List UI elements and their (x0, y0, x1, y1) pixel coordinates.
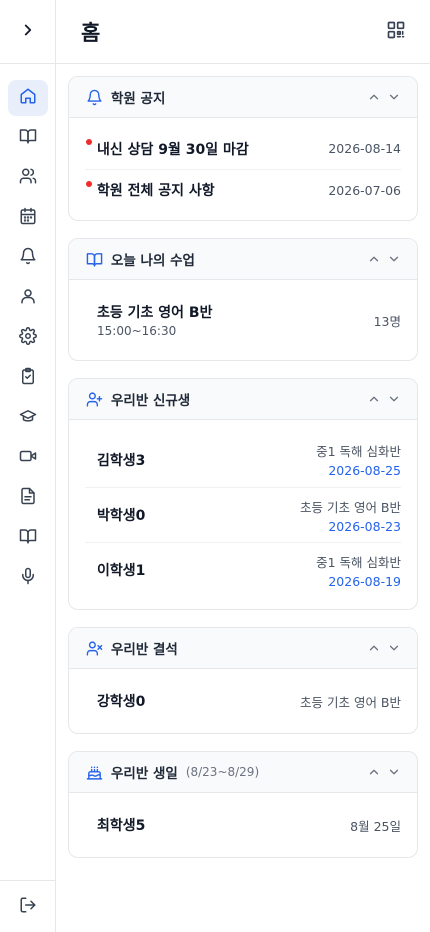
chevron-down-icon[interactable] (387, 641, 401, 655)
student-item[interactable]: 이학생1 중1 독해 심화반 2026-08-19 (85, 542, 401, 597)
file-text-icon (19, 487, 37, 509)
student-name: 강학생0 (97, 694, 146, 710)
dashboard-content: 학원 공지 내신 상담 9월 30일 마감 2026-08-14 학원 전체 공… (68, 76, 418, 875)
bell-icon (19, 247, 37, 269)
user-plus-icon (85, 390, 103, 408)
top-header: 홈 (56, 0, 430, 64)
sidebar-nav (0, 80, 56, 600)
notice-item[interactable]: 내신 상담 9월 30일 마감 2026-08-14 (85, 128, 401, 169)
notices-card-header: 학원 공지 (69, 77, 417, 118)
user-icon (19, 287, 37, 309)
chevron-right-icon (19, 21, 37, 43)
birthday-item[interactable]: 최학생5 8월 25일 (85, 805, 401, 845)
chevron-down-icon[interactable] (387, 765, 401, 779)
student-name: 김학생3 (97, 452, 146, 469)
class-name: 초등 기초 영어 B반 (97, 305, 213, 321)
absences-card: 우리반 결석 강학생0 초등 기초 영어 B반 (68, 627, 418, 734)
sidebar-item-profile[interactable] (8, 280, 48, 316)
sidebar-expand-button[interactable] (0, 0, 56, 64)
settings-icon (19, 327, 37, 349)
student-name: 박학생0 (97, 508, 146, 524)
notice-title: 학원 전체 공지 사항 (97, 183, 215, 199)
sidebar (0, 0, 56, 932)
card-title: 우리반 생일 (111, 766, 178, 782)
absences-card-header: 우리반 결석 (69, 628, 417, 669)
class-student-count: 13명 (373, 313, 401, 329)
chevron-up-icon[interactable] (367, 765, 381, 779)
notice-title: 내신 상담 9월 30일 마감 (97, 141, 249, 158)
chevron-down-icon[interactable] (387, 252, 401, 266)
sidebar-item-students[interactable] (8, 160, 48, 196)
sidebar-item-documents[interactable] (8, 480, 48, 516)
card-title: 학원 공지 (111, 91, 166, 107)
book-open-icon (19, 127, 37, 149)
notice-date: 2026-08-14 (328, 141, 401, 156)
class-item[interactable]: 초등 기초 영어 B반 15:00~16:30 13명 (85, 292, 401, 348)
card-title: 우리반 결석 (111, 642, 178, 658)
student-item[interactable]: 박학생0 초등 기초 영어 B반 2026-08-23 (85, 487, 401, 542)
class-time: 15:00~16:30 (97, 324, 177, 338)
chevron-up-icon[interactable] (367, 252, 381, 266)
page-title: 홈 (81, 20, 101, 45)
chevron-down-icon[interactable] (387, 392, 401, 406)
sidebar-item-calendar[interactable] (8, 200, 48, 236)
card-title: 오늘 나의 수업 (111, 253, 195, 269)
sidebar-item-tasks[interactable] (8, 360, 48, 396)
today-classes-card-header: 오늘 나의 수업 (69, 239, 417, 280)
student-item[interactable]: 김학생3 중1 독해 심화반 2026-08-25 (85, 432, 401, 487)
absence-item[interactable]: 강학생0 초등 기초 영어 B반 (85, 681, 401, 721)
qr-code-button[interactable] (384, 20, 408, 44)
unread-dot (86, 181, 92, 187)
birthday-date: 8월 25일 (350, 818, 401, 834)
logout-icon (19, 896, 37, 918)
today-classes-card: 오늘 나의 수업 초등 기초 영어 B반 15:00~16:30 13명 (68, 238, 418, 361)
student-name: 최학생5 (97, 818, 146, 834)
student-join-date: 2026-08-25 (328, 463, 401, 478)
sidebar-item-home[interactable] (8, 80, 48, 116)
card-title: 우리반 신규생 (111, 393, 191, 409)
notices-card: 학원 공지 내신 상담 9월 30일 마감 2026-08-14 학원 전체 공… (68, 76, 418, 221)
users-icon (19, 167, 37, 189)
video-icon (19, 447, 37, 469)
logout-button[interactable] (0, 880, 56, 932)
notice-item[interactable]: 학원 전체 공지 사항 2026-07-06 (85, 169, 401, 210)
sidebar-item-classes[interactable] (8, 120, 48, 156)
calendar-icon (19, 207, 37, 229)
bell-icon (85, 88, 103, 106)
student-join-date: 2026-08-23 (328, 518, 401, 534)
chevron-down-icon[interactable] (387, 90, 401, 104)
graduation-cap-icon (19, 407, 37, 429)
clipboard-check-icon (19, 367, 37, 389)
sidebar-item-settings[interactable] (8, 320, 48, 356)
chevron-up-icon[interactable] (367, 90, 381, 104)
student-class: 중1 독해 심화반 (316, 444, 401, 459)
home-icon (19, 87, 37, 109)
student-join-date: 2026-08-19 (328, 573, 401, 589)
student-name: 이학생1 (97, 563, 146, 579)
user-x-icon (85, 639, 103, 657)
sidebar-item-video[interactable] (8, 440, 48, 476)
notice-date: 2026-07-06 (328, 182, 401, 198)
sidebar-item-notifications[interactable] (8, 240, 48, 276)
sidebar-item-courses[interactable] (8, 400, 48, 436)
chevron-up-icon[interactable] (367, 392, 381, 406)
qr-code-icon (386, 20, 406, 44)
mic-icon (19, 567, 37, 589)
sidebar-item-recording[interactable] (8, 560, 48, 596)
new-students-card-header: 우리반 신규생 (69, 379, 417, 420)
student-class: 초등 기초 영어 B반 (300, 499, 401, 515)
chevron-up-icon[interactable] (367, 641, 381, 655)
book-open-icon (85, 250, 103, 268)
birthdays-card-header: 우리반 생일 (8/23~8/29) (69, 752, 417, 793)
new-students-card: 우리반 신규생 김학생3 중1 독해 심화반 2026-08-25 박학생0 초… (68, 378, 418, 610)
student-class: 초등 기초 영어 B반 (300, 694, 401, 710)
birthdays-card: 우리반 생일 (8/23~8/29) 최학생5 8월 25일 (68, 751, 418, 858)
student-class: 중1 독해 심화반 (316, 554, 401, 570)
cake-icon (85, 763, 103, 781)
birthday-date-range: (8/23~8/29) (185, 765, 260, 779)
sidebar-item-library[interactable] (8, 520, 48, 556)
book-icon (19, 527, 37, 549)
unread-dot (86, 139, 92, 145)
